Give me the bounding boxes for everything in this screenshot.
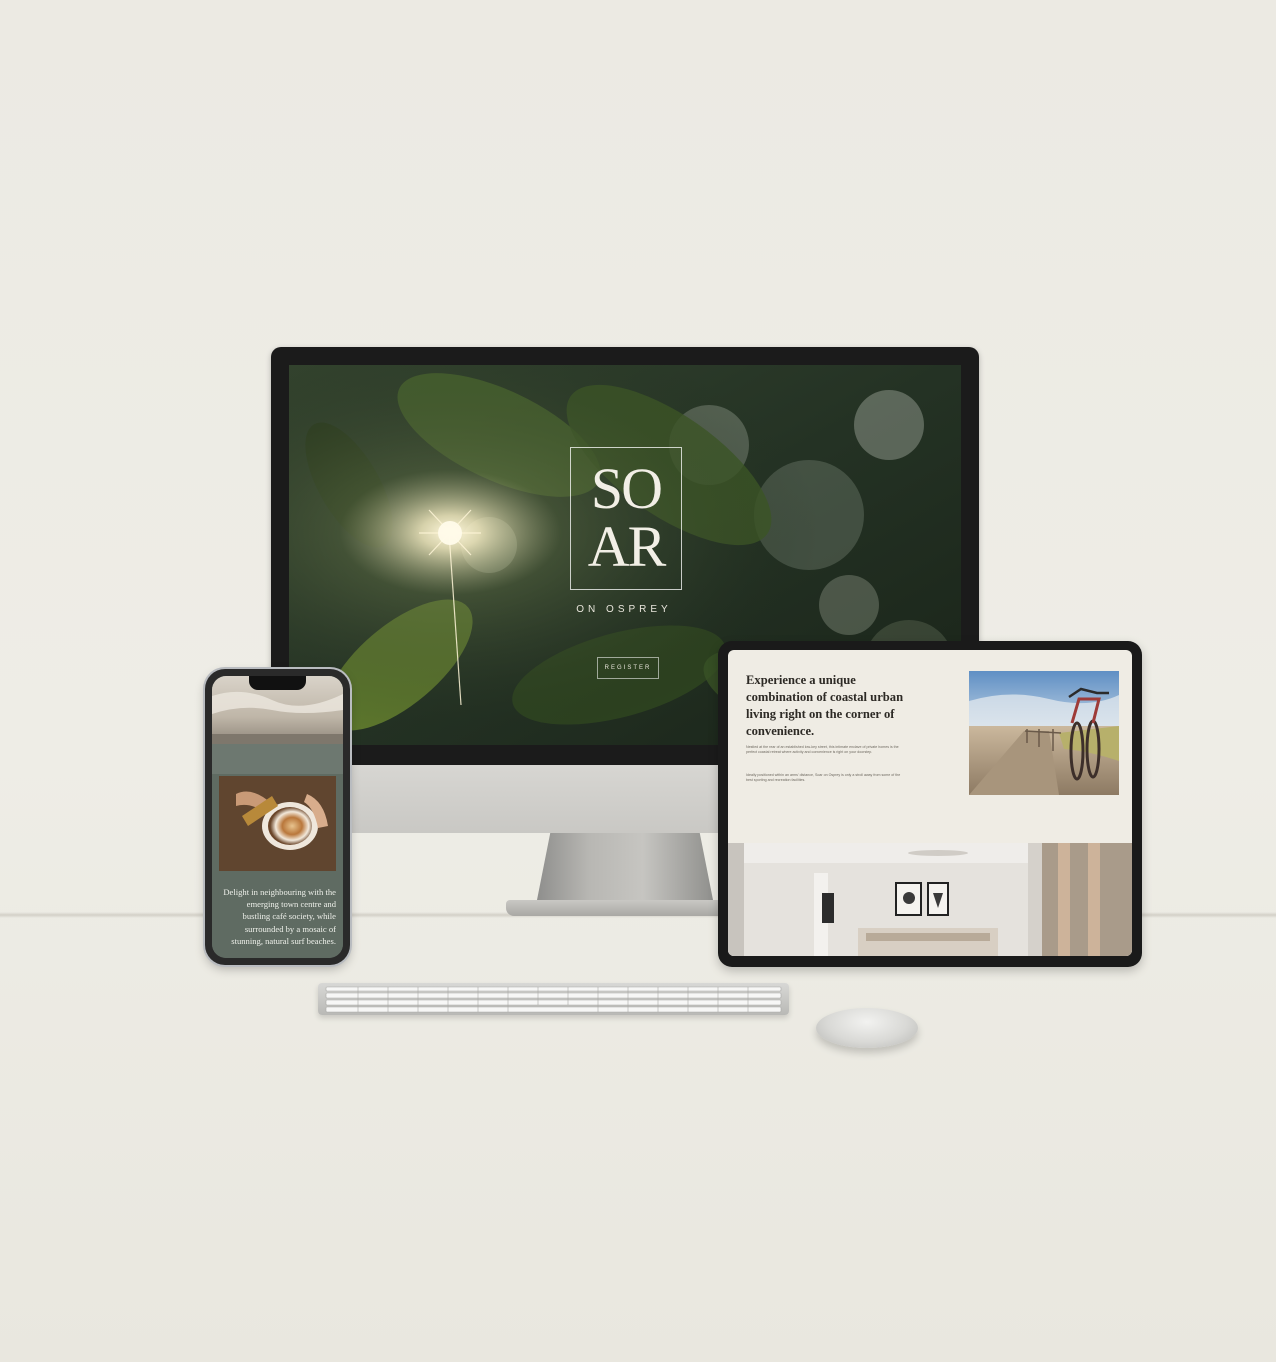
tablet: Experience a unique combination of coast…: [718, 641, 1142, 967]
phone-screen: Delight in neighbouring with the emergin…: [212, 676, 343, 958]
tablet-heading: Experience a unique combination of coast…: [746, 673, 904, 738]
monitor-stand: [536, 833, 714, 905]
beach-bicycle-image: [969, 671, 1119, 795]
phone-notch: [249, 676, 306, 690]
site-logo[interactable]: SO AR: [570, 447, 682, 590]
tablet-screen: Experience a unique combination of coast…: [728, 650, 1132, 956]
keyboard-keys: [325, 986, 782, 1013]
logo-text-ar: AR: [587, 514, 667, 579]
smartphone: Delight in neighbouring with the emergin…: [205, 669, 350, 965]
logo-text-so: SO: [590, 456, 663, 521]
monitor-base: [506, 900, 736, 916]
tablet-paragraph-1: Nestled at the rear of an established lo…: [746, 745, 899, 755]
mouse: [816, 1008, 918, 1048]
register-button[interactable]: REGISTER: [597, 657, 659, 679]
logo-subtitle: ON OSPREY: [576, 604, 672, 615]
bedroom-interior-image: [728, 843, 1132, 956]
tablet-paragraph-2: Ideally positioned within an arms' dista…: [746, 773, 901, 783]
device-mockup-scene: SO AR ON OSPREY REGISTER Delight in neig…: [0, 0, 1276, 1362]
keyboard: [318, 983, 789, 1015]
phone-paragraph: Delight in neighbouring with the emergin…: [223, 887, 336, 946]
